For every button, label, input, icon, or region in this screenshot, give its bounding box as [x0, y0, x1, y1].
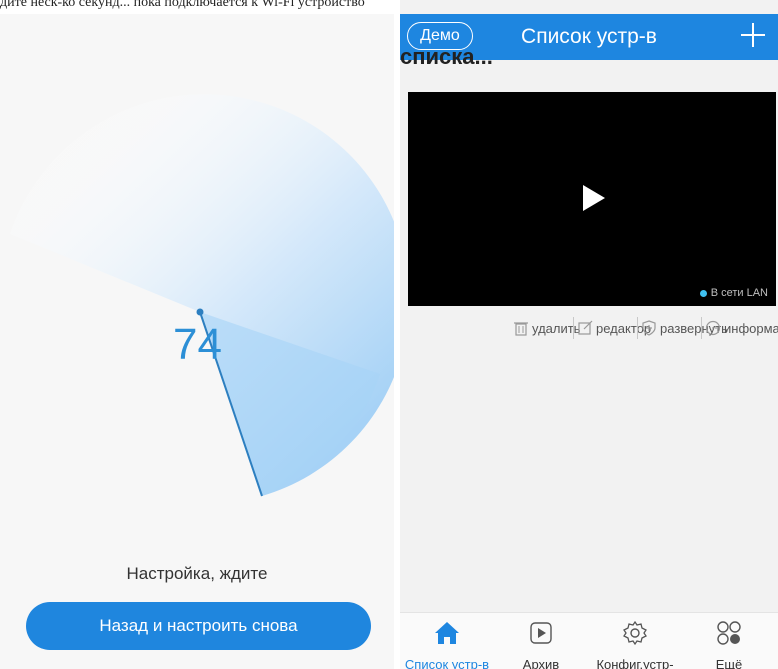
device-video-tile[interactable]: В сети LAN — [408, 92, 776, 306]
play-square-icon — [530, 622, 552, 644]
trash-icon — [514, 322, 528, 336]
gear-icon — [623, 620, 647, 646]
nav-archive-label: Архив — [522, 657, 560, 669]
cut-off-text: списка... — [400, 52, 493, 66]
nav-device-list-label: Список устр-в — [404, 657, 490, 669]
nav-archive[interactable]: Архив — [494, 613, 588, 669]
circles-icon — [717, 621, 741, 645]
nav-device-list[interactable]: Список устр-в — [400, 613, 494, 669]
nav-more-label: Ещё — [715, 657, 743, 669]
radar-center — [196, 308, 204, 316]
home-icon — [435, 622, 459, 644]
deploy-action[interactable]: развернуть — [638, 320, 728, 336]
online-dot-icon — [699, 289, 707, 297]
shield-plus-icon — [642, 320, 656, 336]
chat-icon — [705, 320, 721, 336]
edit-icon — [578, 320, 593, 335]
device-list-screen: Демо Список устр-в списка... В сети LAN … — [400, 0, 778, 669]
device-actions: удалить редактор развернуть информа — [510, 317, 778, 339]
nav-device-config-label: Конфиг.устр- — [596, 657, 674, 669]
progress-number: 74 — [173, 320, 222, 369]
status-text: Настройка, ждите — [126, 564, 268, 583]
page-title: Список устр-в — [521, 25, 657, 48]
bottom-nav: Список устр-в Архив Конфиг.устр- Ещё — [400, 612, 778, 669]
play-icon[interactable] — [583, 185, 605, 211]
back-reconfigure-button[interactable]: Назад и настроить снова — [26, 602, 371, 650]
delete-label: удалить — [532, 320, 581, 336]
deploy-label: развернуть — [660, 320, 728, 336]
back-reconfigure-label: Назад и настроить снова — [99, 616, 298, 635]
nav-more[interactable]: Ещё — [682, 613, 776, 669]
lan-status: В сети LAN — [699, 287, 768, 299]
edit-label: редактор — [596, 320, 652, 336]
edit-action[interactable]: редактор — [574, 320, 652, 336]
setup-screen: 74 Настройка, ждите Назад и настроить сн… — [0, 14, 394, 669]
nav-device-config[interactable]: Конфиг.устр- — [588, 613, 682, 669]
info-action[interactable]: информа... — [702, 320, 778, 336]
info-label: информа... — [724, 320, 778, 336]
add-icon[interactable] — [738, 20, 768, 50]
lan-status-label: В сети LAN — [710, 287, 768, 299]
delete-action[interactable]: удалить — [510, 320, 581, 336]
